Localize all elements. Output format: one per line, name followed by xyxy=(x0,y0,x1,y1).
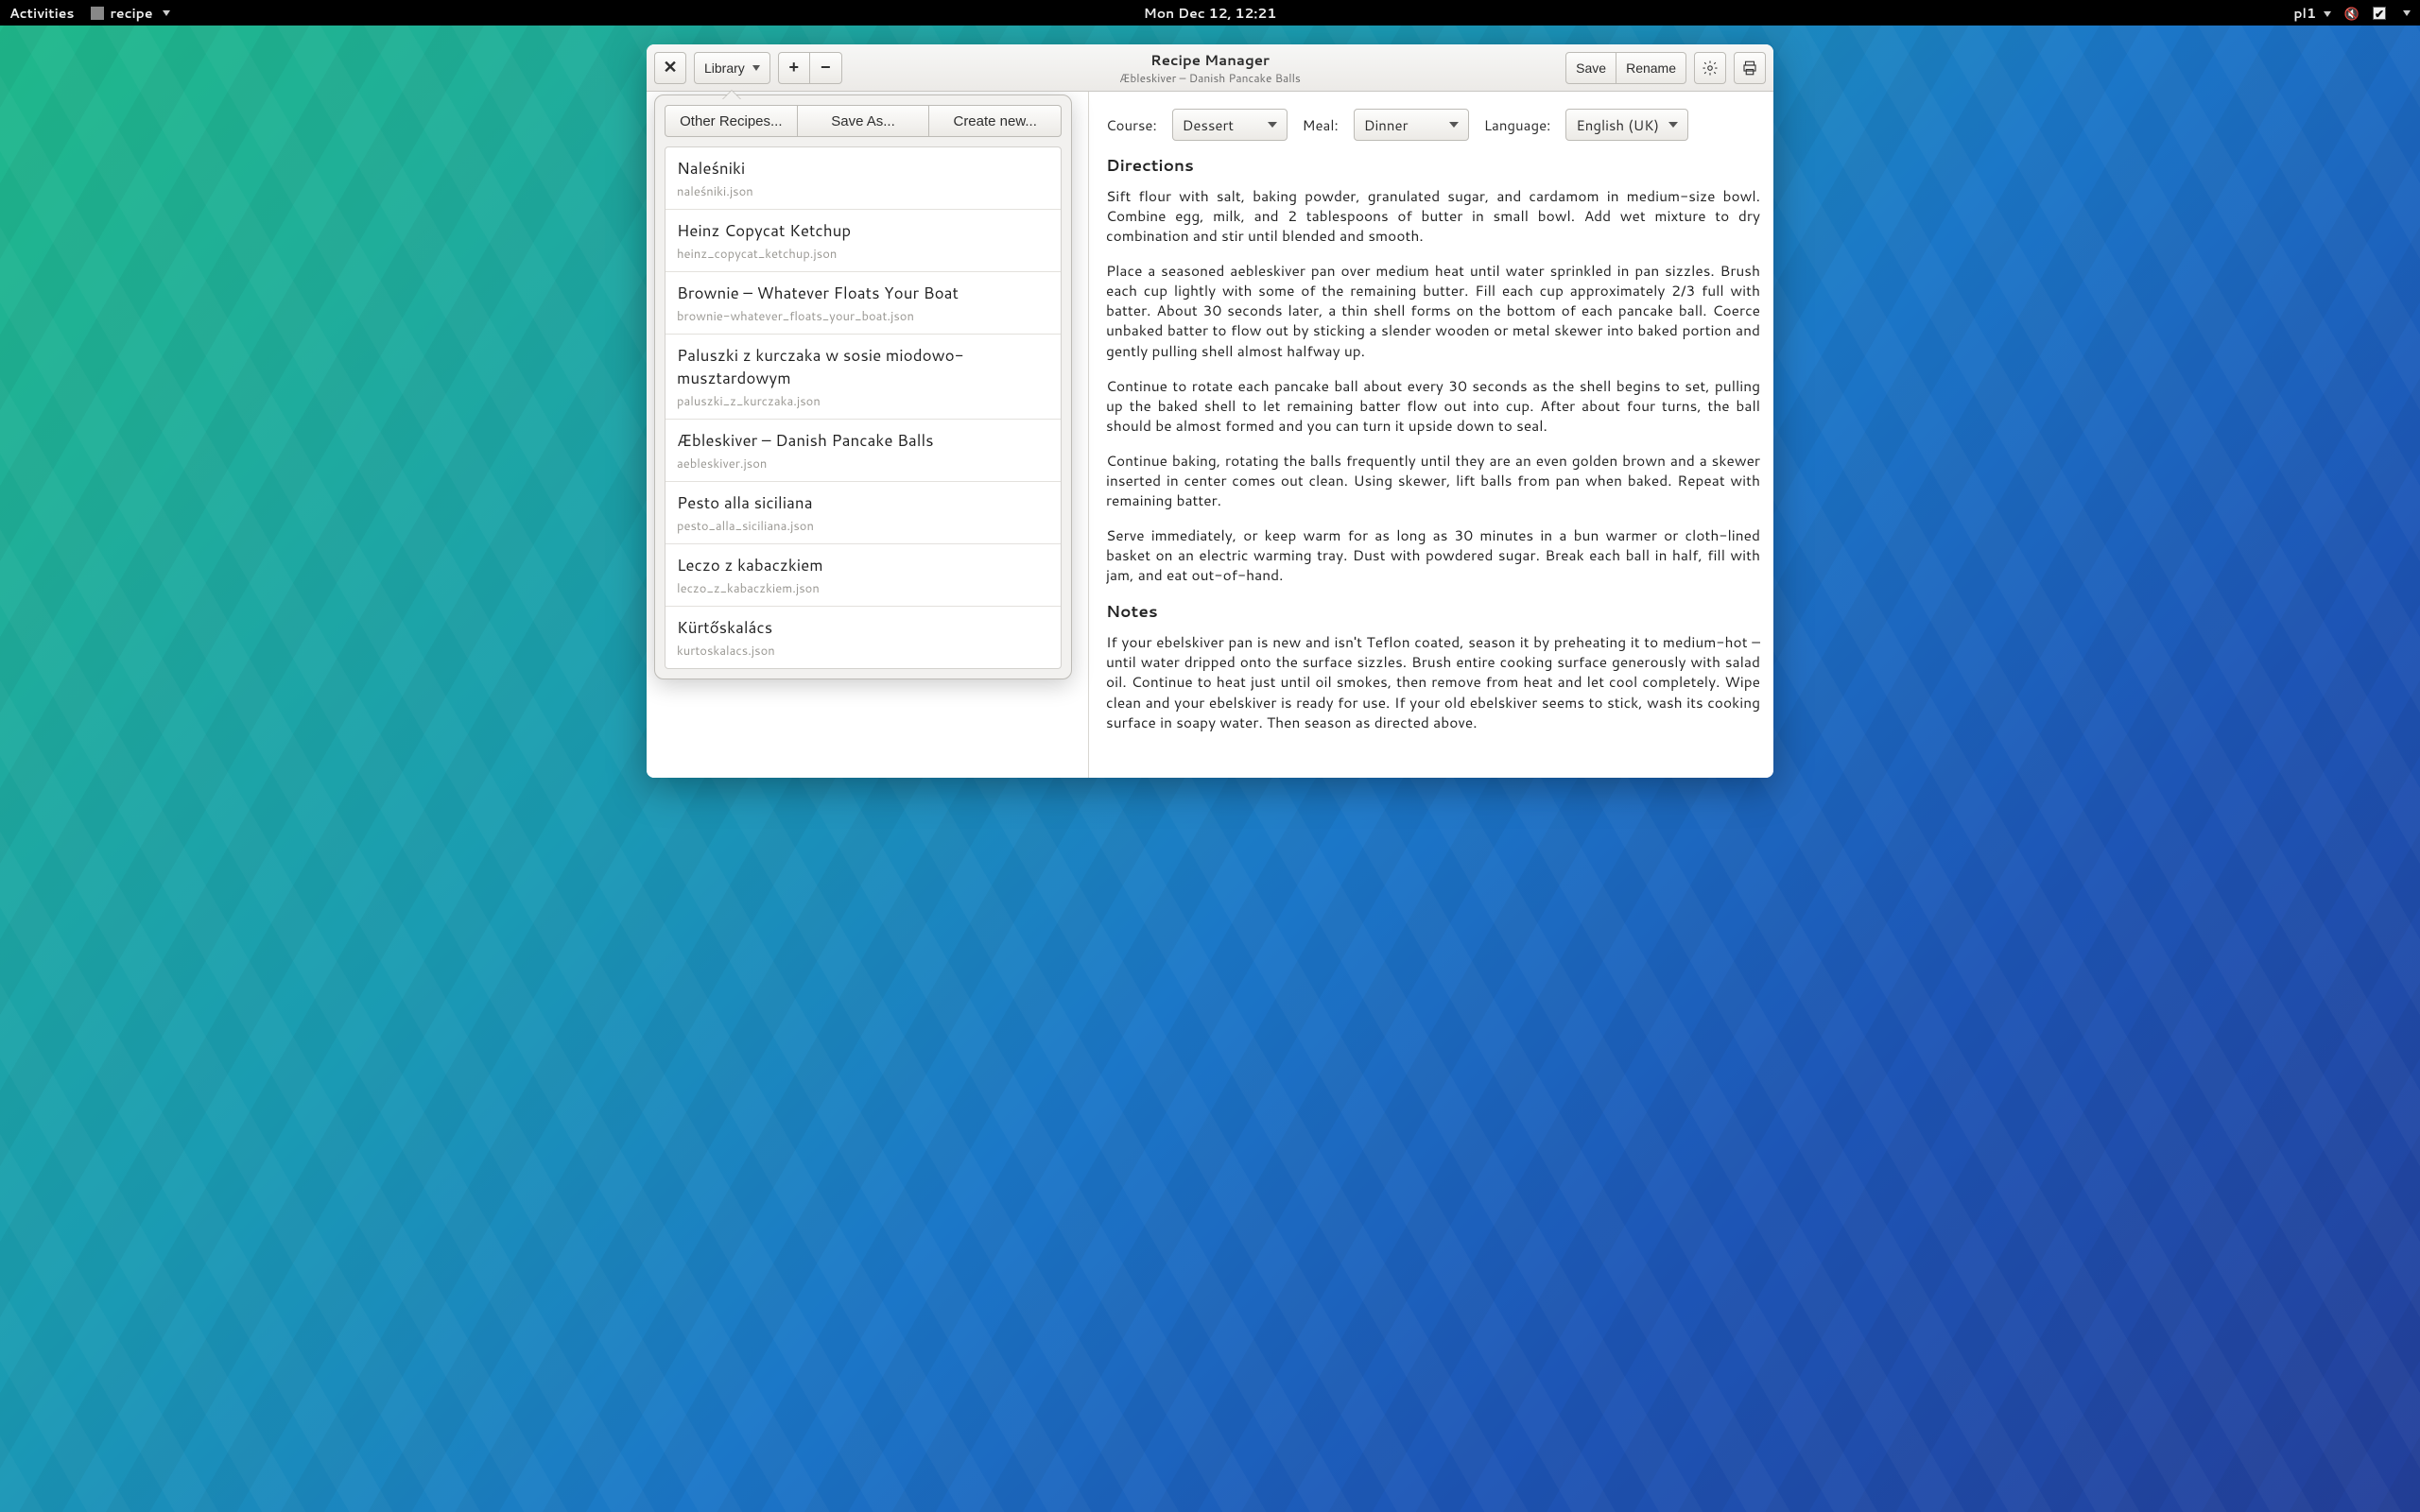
left-pane: A Other Recipes... Save As... Create new… xyxy=(647,92,1089,778)
recipe-list-item[interactable]: Kürtőskalács kurtoskalacs.json xyxy=(666,607,1061,668)
remove-button[interactable]: − xyxy=(810,52,842,84)
recipe-list[interactable]: Naleśniki naleśniki.json Heinz Copycat Ket… xyxy=(665,146,1062,669)
recipe-list-item[interactable]: Heinz Copycat Ketchup heinz_copycat_ketch… xyxy=(666,210,1061,272)
notes-heading: Notes xyxy=(1106,600,1760,623)
chevron-down-icon xyxy=(163,10,170,16)
clock[interactable]: Mon Dec 12, 12:21 xyxy=(1144,4,1277,23)
save-button[interactable]: Save xyxy=(1565,52,1616,84)
recipe-item-title: Naleśniki xyxy=(677,157,1049,180)
desktop-background: ✕ Library + − Recipe Manager Æbleskiver … xyxy=(0,26,2420,1512)
add-button[interactable]: + xyxy=(778,52,810,84)
kb-layout-label: pl1 xyxy=(2293,4,2316,23)
directions-p5: Serve immediately, or keep warm for as l… xyxy=(1106,525,1760,585)
app-menu[interactable]: recipe xyxy=(91,4,169,23)
chevron-down-icon xyxy=(2324,11,2331,17)
recipe-list-item[interactable]: Pesto alla siciliana pesto_alla_siciliana… xyxy=(666,482,1061,544)
recipe-list-item[interactable]: Paluszki z kurczaka w sosie miodowo-musz… xyxy=(666,335,1061,420)
create-new-button[interactable]: Create new... xyxy=(929,105,1062,137)
content-area: A Other Recipes... Save As... Create new… xyxy=(647,92,1773,778)
close-button[interactable]: ✕ xyxy=(654,52,686,84)
recipe-item-filename: kurtoskalacs.json xyxy=(677,643,1049,660)
library-dropdown-button[interactable]: Library xyxy=(694,52,770,84)
directions-p2: Place a seasoned aebleskiver pan over me… xyxy=(1106,261,1760,360)
recipe-item-title: Brownie – Whatever Floats Your Boat xyxy=(677,282,1049,304)
detail-pane: Course: Dessert Meal: Dinner Language: E… xyxy=(1089,92,1773,778)
chevron-down-icon xyxy=(1449,122,1459,128)
recipe-list-item[interactable]: Brownie – Whatever Floats Your Boat brown… xyxy=(666,272,1061,335)
app-menu-label: recipe xyxy=(110,4,152,23)
recipe-list-item[interactable]: Naleśniki naleśniki.json xyxy=(666,147,1061,210)
gear-icon xyxy=(1702,60,1719,77)
popover-arrow xyxy=(722,91,741,100)
keyboard-layout-indicator[interactable]: pl1 xyxy=(2293,4,2330,23)
directions-p4: Continue baking, rotating the balls freq… xyxy=(1106,451,1760,510)
activities-button[interactable]: Activities xyxy=(9,4,74,23)
recipe-item-title: Æbleskiver – Danish Pancake Balls xyxy=(677,429,1049,452)
language-label: Language: xyxy=(1484,115,1551,135)
chevron-down-icon xyxy=(1668,122,1678,128)
recipe-item-filename: aebleskiver.json xyxy=(677,455,1049,472)
course-value: Dessert xyxy=(1183,115,1234,135)
recipe-item-filename: heinz_copycat_ketchup.json xyxy=(677,246,1049,263)
app-icon xyxy=(91,7,104,20)
printer-icon xyxy=(1741,60,1758,77)
save-as-button[interactable]: Save As... xyxy=(798,105,930,137)
chevron-down-icon xyxy=(752,65,760,71)
zoom-group: + − xyxy=(778,52,842,84)
checkbox-indicator-icon[interactable] xyxy=(2373,7,2386,20)
save-rename-group: Save Rename xyxy=(1565,52,1686,84)
recipe-item-filename: pesto_alla_siciliana.json xyxy=(677,518,1049,535)
rename-button[interactable]: Rename xyxy=(1616,52,1686,84)
other-recipes-button[interactable]: Other Recipes... xyxy=(665,105,798,137)
library-popover: Other Recipes... Save As... Create new..… xyxy=(654,94,1072,679)
course-label: Course: xyxy=(1106,115,1157,135)
volume-muted-icon[interactable] xyxy=(2344,4,2360,23)
meta-row: Course: Dessert Meal: Dinner Language: E… xyxy=(1106,109,1760,141)
language-value: English (UK) xyxy=(1576,115,1659,135)
directions-p3: Continue to rotate each pancake ball abo… xyxy=(1106,376,1760,436)
recipe-item-filename: paluszki_z_kurczaka.json xyxy=(677,393,1049,410)
notes-p1: If your ebelskiver pan is new and isn't … xyxy=(1106,632,1760,731)
recipe-list-item[interactable]: Æbleskiver – Danish Pancake Balls aeblesk… xyxy=(666,420,1061,482)
directions-heading: Directions xyxy=(1106,154,1760,177)
print-button[interactable] xyxy=(1734,52,1766,84)
recipe-item-title: Paluszki z kurczaka w sosie miodowo-musz… xyxy=(677,344,1049,389)
chevron-down-icon[interactable] xyxy=(2403,10,2411,16)
recipe-item-filename: leczo_z_kabaczkiem.json xyxy=(677,580,1049,597)
library-dropdown-label: Library xyxy=(704,60,745,76)
meal-label: Meal: xyxy=(1303,115,1339,135)
language-combo[interactable]: English (UK) xyxy=(1565,109,1688,141)
directions-p1: Sift flour with salt, baking powder, gra… xyxy=(1106,186,1760,246)
gnome-topbar: Activities recipe Mon Dec 12, 12:21 pl1 xyxy=(0,0,2420,26)
recipe-list-item[interactable]: Leczo z kabaczkiem leczo_z_kabaczkiem.jso… xyxy=(666,544,1061,607)
popover-action-row: Other Recipes... Save As... Create new..… xyxy=(665,105,1062,137)
recipe-item-title: Pesto alla siciliana xyxy=(677,491,1049,514)
recipe-item-title: Leczo z kabaczkiem xyxy=(677,554,1049,576)
meal-value: Dinner xyxy=(1364,115,1409,135)
app-window: ✕ Library + − Recipe Manager Æbleskiver … xyxy=(647,44,1773,778)
recipe-item-title: Heinz Copycat Ketchup xyxy=(677,219,1049,242)
recipe-item-filename: naleśniki.json xyxy=(677,183,1049,200)
headerbar: ✕ Library + − Recipe Manager Æbleskiver … xyxy=(647,44,1773,92)
recipe-item-filename: brownie-whatever_floats_your_boat.json xyxy=(677,308,1049,325)
meal-combo[interactable]: Dinner xyxy=(1354,109,1469,141)
settings-button[interactable] xyxy=(1694,52,1726,84)
course-combo[interactable]: Dessert xyxy=(1172,109,1288,141)
chevron-down-icon xyxy=(1268,122,1277,128)
recipe-item-title: Kürtőskalács xyxy=(677,616,1049,639)
